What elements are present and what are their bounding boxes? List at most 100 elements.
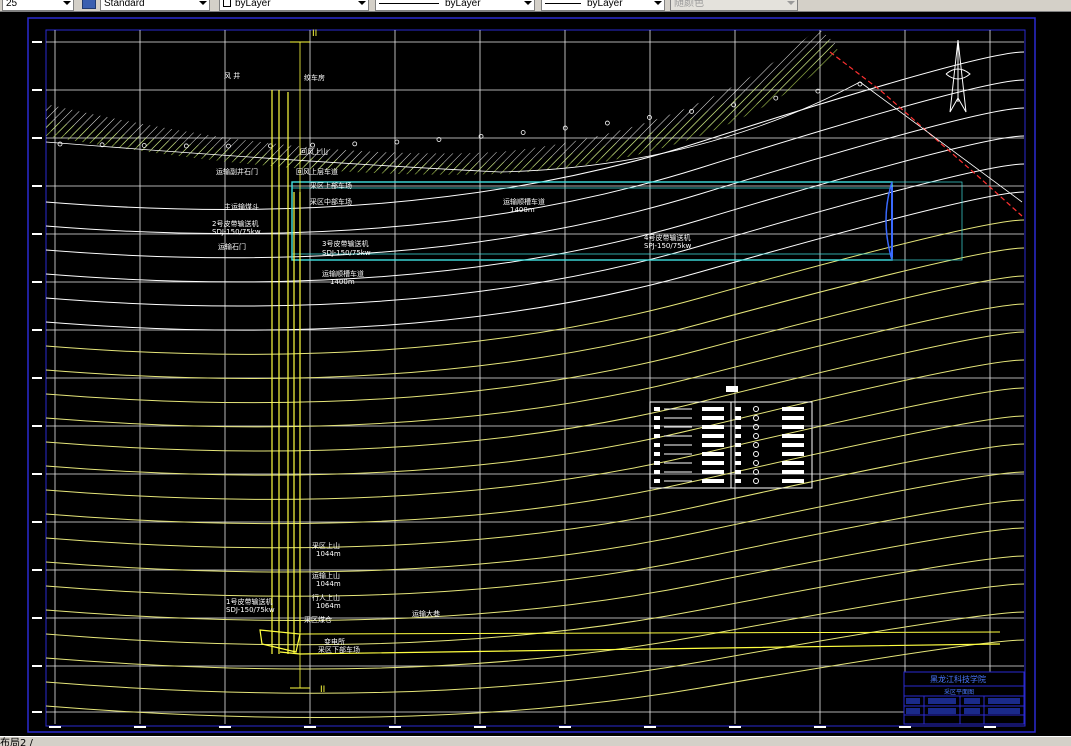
label-9: SDJ-150/75kw — [322, 249, 371, 257]
drawing-annotations: II II 风 井 绞车房 运输大巷 运输副井石门 回风上山 主运输煤斗 回风上… — [212, 29, 692, 695]
legend-text — [782, 434, 804, 438]
legend-line — [753, 424, 759, 430]
label-15: 运输顺槽车道 — [503, 197, 545, 206]
color-swatch-icon — [223, 0, 231, 8]
tick-mark — [984, 726, 996, 728]
legend-symbol — [654, 425, 660, 429]
text-style-dropdown[interactable]: Standard — [100, 0, 210, 11]
contour-line — [45, 611, 1025, 694]
chevron-down-icon — [787, 1, 795, 5]
text-style-icon[interactable] — [82, 0, 96, 9]
scale-value: 25 — [6, 0, 18, 9]
legend-symbol — [735, 407, 741, 411]
legend-symbol — [735, 452, 741, 456]
legend-symbol — [654, 479, 660, 483]
legend-text — [782, 452, 804, 456]
label-5: 回风上层车道 — [296, 167, 338, 176]
tick-mark — [32, 137, 42, 139]
legend-symbol — [654, 416, 660, 420]
linetype-dropdown[interactable]: byLayer — [375, 0, 535, 11]
tick-mark — [32, 89, 42, 91]
chevron-down-icon — [199, 1, 207, 5]
tick-mark — [219, 726, 231, 728]
label-6: 采区上部车场 — [310, 181, 352, 190]
tick-mark — [389, 726, 401, 728]
chevron-down-icon — [63, 1, 71, 5]
legend-text — [702, 443, 724, 447]
legend-text — [782, 425, 804, 429]
label-23: 行人上山 — [312, 593, 340, 602]
outcrop-marker — [310, 142, 316, 148]
legend-symbol — [735, 425, 741, 429]
tick-mark — [32, 665, 42, 667]
winch-room-label: 绞车房 — [304, 73, 325, 82]
chevron-down-icon — [654, 1, 662, 5]
label-18: SPJ-150/75kw — [644, 242, 692, 250]
legend-symbol — [654, 443, 660, 447]
tick-mark — [32, 425, 42, 427]
outcrop-marker — [57, 141, 63, 147]
viewport-border — [27, 17, 1036, 733]
tick-mark — [304, 726, 316, 728]
contour-line — [45, 583, 1025, 670]
layout-tab-bar: 布局2 / — [0, 736, 1071, 746]
legend-line — [753, 478, 759, 484]
lineweight-dropdown[interactable]: byLayer — [541, 0, 665, 11]
label-14: 运输石门 — [218, 242, 246, 251]
mining-panel-extent — [291, 181, 963, 261]
tick-mark — [32, 281, 42, 283]
section-mark-bottom: II — [320, 685, 325, 695]
label-7: 采区中部车场 — [310, 197, 352, 206]
legend-text — [782, 416, 804, 420]
tick-mark — [32, 377, 42, 379]
plotstyle-dropdown[interactable]: 随颜色 — [670, 0, 798, 11]
contour-line — [45, 415, 1025, 525]
linetype-value: byLayer — [445, 0, 481, 9]
contour-line — [45, 359, 1025, 476]
scale-dropdown[interactable]: 25 — [2, 0, 74, 11]
tick-mark — [32, 473, 42, 475]
shaft-label: 风 井 — [224, 71, 240, 80]
tick-mark — [899, 726, 911, 728]
label-16: 1400m — [510, 206, 535, 214]
contour-line — [45, 387, 1025, 500]
title-block: 黑龙江科技学院 采区平面图 — [903, 671, 1025, 725]
legend-text — [782, 470, 804, 474]
tick-mark — [32, 569, 42, 571]
label-22: 1044m — [316, 580, 341, 588]
tick-mark — [134, 726, 146, 728]
contour-line — [45, 499, 1025, 597]
label-3: 主运输煤斗 — [224, 202, 259, 211]
contour-line — [45, 331, 1025, 452]
outcrop-marker — [857, 81, 863, 87]
label-21: 运输上山 — [312, 571, 340, 580]
drawing-canvas[interactable]: II II 风 井 绞车房 运输大巷 运输副井石门 回风上山 主运输煤斗 回风上… — [0, 12, 1071, 736]
tick-mark — [559, 726, 571, 728]
legend-text — [702, 461, 724, 465]
contour-line — [45, 219, 1025, 355]
tick-mark — [474, 726, 486, 728]
contour-line — [45, 163, 1025, 307]
layout-tab[interactable]: 布局2 / — [0, 737, 33, 746]
label-8: 3号皮带输送机 — [322, 239, 368, 248]
lineweight-preview — [545, 2, 581, 4]
legend-line — [753, 451, 759, 457]
tick-mark — [644, 726, 656, 728]
tick-mark — [32, 617, 42, 619]
legend-table — [649, 386, 813, 489]
legend-text — [702, 452, 724, 456]
outcrop-marker — [394, 139, 400, 145]
section-mark-top: II — [312, 29, 317, 39]
north-arrow-icon — [945, 39, 971, 113]
layer-dropdown[interactable]: byLayer — [219, 0, 369, 11]
legend-text — [702, 425, 724, 429]
legend-text — [702, 407, 724, 411]
label-13: SDJ-150/75kw — [212, 228, 261, 236]
legend-symbol — [735, 479, 741, 483]
tick-mark — [32, 41, 42, 43]
contour-line — [45, 191, 1025, 331]
chevron-down-icon — [524, 1, 532, 5]
plotstyle-value: 随颜色 — [674, 0, 704, 9]
contour-line — [45, 275, 1025, 404]
legend-line — [753, 415, 759, 421]
